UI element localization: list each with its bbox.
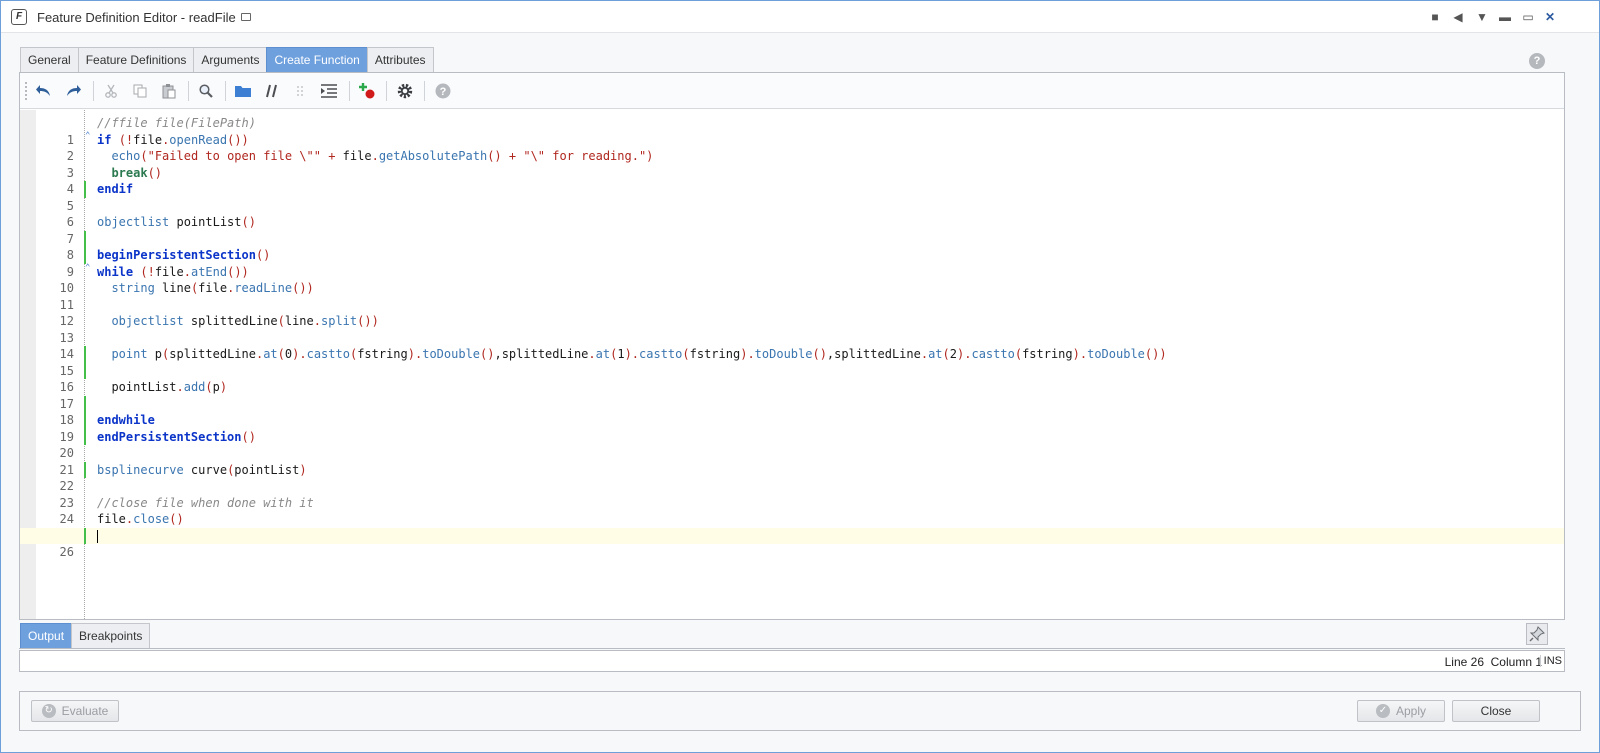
pin-button[interactable] — [1526, 623, 1548, 645]
maximize-icon[interactable]: ▭ — [1520, 9, 1536, 25]
code-line: 11 string line(file.readLine()) — [59, 281, 314, 312]
code-line: 13 objectlist splittedLine(line.split()) — [59, 314, 379, 345]
code-line: 19 endwhile — [59, 412, 155, 444]
tab-attributes[interactable]: Attributes — [366, 47, 434, 73]
help-icon[interactable]: ? — [1529, 53, 1545, 69]
check-icon: ✓ — [1375, 704, 1390, 718]
code-line: 14 — [59, 347, 74, 361]
uncomment-icon[interactable] — [290, 81, 310, 101]
indent-icon[interactable] — [319, 81, 339, 101]
status-bar: Line 26 Column 1 INS — [19, 650, 1565, 672]
status-line: Line 26 — [1444, 655, 1484, 669]
pin-icon — [1529, 626, 1545, 642]
help-icon[interactable]: ? — [433, 81, 453, 101]
copy-icon[interactable] — [130, 81, 150, 101]
find-icon[interactable] — [196, 81, 216, 101]
stop-icon[interactable]: ■ — [1427, 9, 1443, 25]
code-line: 15 point p(splittedLine.at(0).castto(fst… — [59, 346, 1167, 378]
redo-icon[interactable] — [63, 81, 83, 101]
svg-text:?: ? — [440, 86, 447, 98]
code-line: 9 beginPersistentSection() — [66, 247, 271, 279]
previous-icon[interactable]: ◀ — [1450, 9, 1466, 25]
apply-button[interactable]: ✓ Apply — [1357, 700, 1445, 722]
code-line: 24 //close file when done with it — [59, 495, 314, 527]
evaluate-icon: ↻ — [41, 704, 56, 718]
code-line: 17 pointList.add(p) — [59, 380, 228, 411]
output-tab-bar: Output Breakpoints — [20, 623, 151, 649]
close-button[interactable]: Close — [1452, 700, 1540, 722]
code-line: 16 — [20, 362, 1564, 394]
code-line: 4 break() — [66, 165, 163, 197]
button-bar: ↻ Evaluate ✓ Apply Close — [19, 691, 1581, 731]
main-panel: General Feature Definitions Arguments Cr… — [19, 46, 1583, 681]
code-line: 5 endif — [66, 181, 134, 213]
code-area[interactable]: 1 //ffile file(FilePath) 2 ⌃ if (!file.o… — [20, 110, 1564, 619]
fold-marker-icon[interactable]: ⌃ — [85, 131, 90, 141]
tab-bar: General Feature Definitions Arguments Cr… — [20, 47, 434, 73]
code-line: 3 echo("Failed to open file \"" + file.g… — [66, 149, 654, 180]
fold-marker-icon[interactable]: ⌃ — [85, 263, 90, 273]
undo-icon[interactable] — [34, 81, 54, 101]
window-title: Feature Definition Editor - readFile — [37, 10, 236, 25]
editor-toolbar: ? — [20, 73, 1564, 109]
code-editor: ? 1 //ffile file(FilePath) 2 ⌃ if (!file… — [19, 72, 1565, 620]
status-insert-mode: INS — [1539, 655, 1562, 667]
code-line: 18 — [20, 395, 1564, 427]
code-line: 12 — [59, 314, 74, 328]
evaluate-button[interactable]: ↻ Evaluate — [31, 700, 119, 722]
code-line: 8 — [20, 230, 1564, 262]
code-line: 7 objectlist pointList() — [66, 215, 256, 246]
dropdown-icon[interactable]: ▼ — [1474, 9, 1490, 25]
code-line: 2 ⌃ if (!file.openRead()) — [66, 130, 249, 163]
code-line: 6 — [66, 215, 74, 229]
tab-create-function[interactable]: Create Function — [266, 47, 367, 73]
status-column: Column 1 — [1490, 655, 1542, 669]
tab-output[interactable]: Output — [20, 623, 72, 649]
folder-icon[interactable] — [233, 81, 253, 101]
title-bar: F Feature Definition Editor - readFile ■… — [1, 1, 1599, 33]
cut-icon[interactable] — [101, 81, 121, 101]
settings-icon[interactable] — [395, 81, 415, 101]
minimize-icon[interactable]: ▬ — [1497, 9, 1513, 25]
toolbar-grip[interactable] — [25, 82, 29, 100]
code-line: 10 ⌃ while (!file.atEnd()) — [59, 262, 249, 295]
code-line: 25 file.close() — [60, 512, 184, 543]
restore-icon[interactable] — [241, 13, 251, 21]
close-icon[interactable]: ✕ — [1542, 9, 1558, 25]
tab-feature-definitions[interactable]: Feature Definitions — [77, 47, 194, 73]
code-line: 20 endPersistentSection() — [59, 428, 256, 460]
feature-definition-editor-window: F Feature Definition Editor - readFile ■… — [0, 0, 1600, 753]
tab-breakpoints[interactable]: Breakpoints — [71, 623, 151, 649]
app-icon: F — [11, 9, 27, 25]
code-line: 22 bsplinecurve curve(pointList) — [59, 461, 307, 493]
paste-icon[interactable] — [159, 81, 179, 101]
tab-arguments[interactable]: Arguments — [193, 47, 267, 73]
code-line: 23 — [59, 495, 74, 510]
comment-icon[interactable] — [262, 81, 282, 101]
tab-general[interactable]: General — [20, 47, 78, 73]
text-cursor — [97, 529, 98, 543]
toggle-breakpoint-icon[interactable] — [357, 81, 377, 101]
current-code-line: 26 — [20, 527, 1564, 559]
code-line: 21 — [59, 462, 74, 477]
code-line: 1 //ffile file(FilePath) — [66, 116, 256, 147]
